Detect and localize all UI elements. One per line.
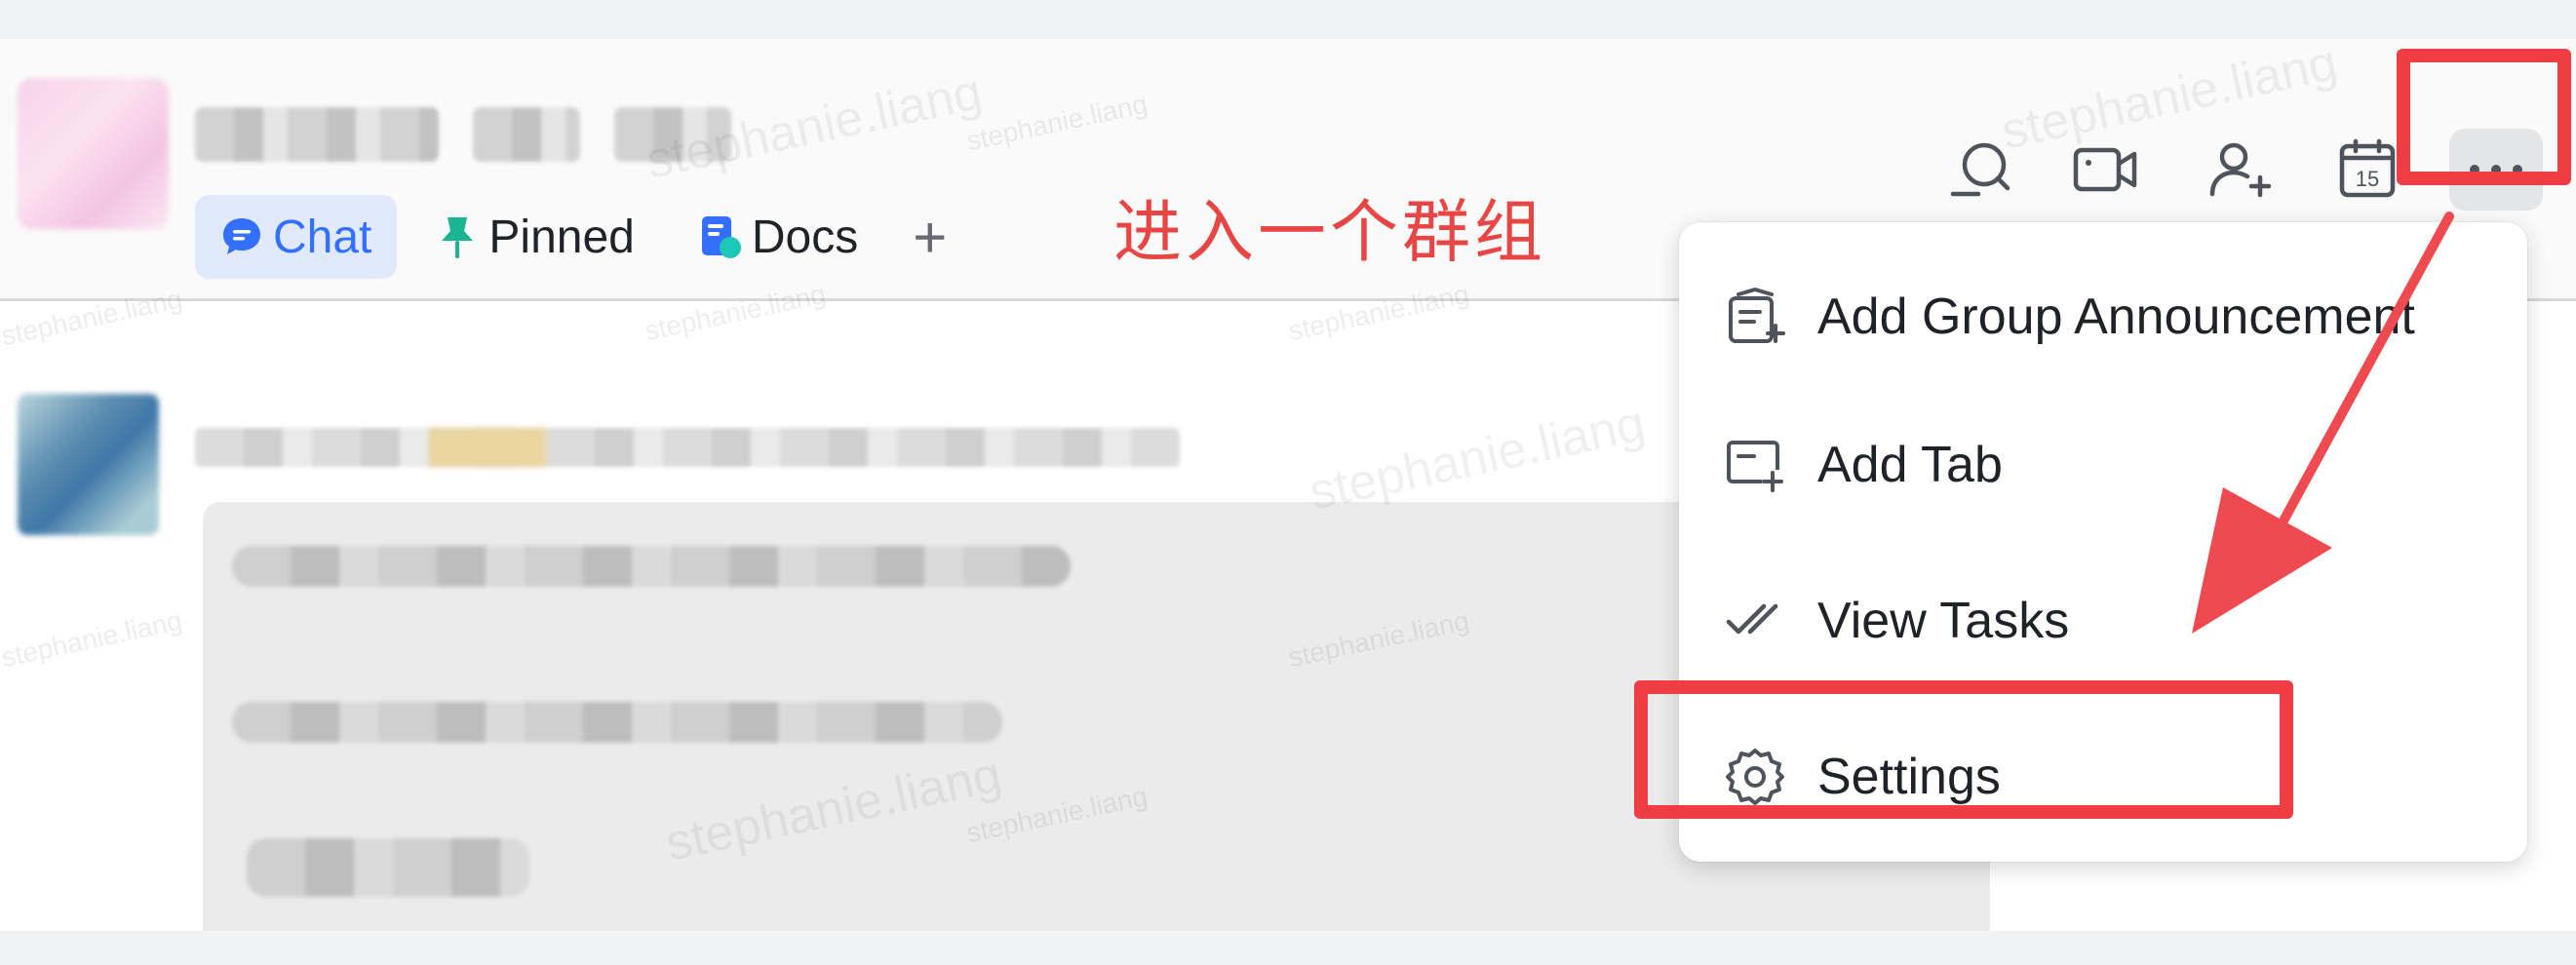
tab-label: Pinned [488,211,635,263]
annotation-label: 进入一个群组 [1113,192,1546,272]
sender-name-redacted [195,428,1180,467]
tab-label: Docs [751,211,859,263]
annotation-arrow [2192,212,2454,634]
chat-window: Chat Pinned Docs + 进入一个群组 15 stephanie.l… [0,39,2576,931]
sender-avatar[interactable] [18,394,159,535]
group-title-redacted [195,107,439,162]
highlight-box-settings [1634,680,2293,819]
tasks-check-icon [1724,590,1786,652]
chat-tabs: Chat Pinned Docs + [195,195,976,279]
tab-docs[interactable]: Docs [674,195,883,279]
pin-icon [436,213,479,260]
menu-item-label: Add Tab [1817,437,2003,493]
add-tab-icon [1724,434,1786,496]
chat-bubble-icon [220,215,263,258]
docs-icon [699,214,742,259]
highlight-box-more-button [2397,49,2571,185]
tab-pinned[interactable]: Pinned [410,195,659,279]
group-title-redacted [473,107,580,162]
calendar-icon[interactable]: 15 [2332,135,2402,205]
announcement-icon [1724,286,1786,348]
group-avatar[interactable] [18,78,169,229]
add-member-icon[interactable] [2205,135,2276,205]
add-tab-button[interactable]: + [897,195,962,279]
calendar-day: 15 [2356,167,2379,191]
tab-label: Chat [273,211,372,263]
menu-item-label: View Tasks [1817,593,2070,649]
tab-chat[interactable]: Chat [195,195,398,279]
